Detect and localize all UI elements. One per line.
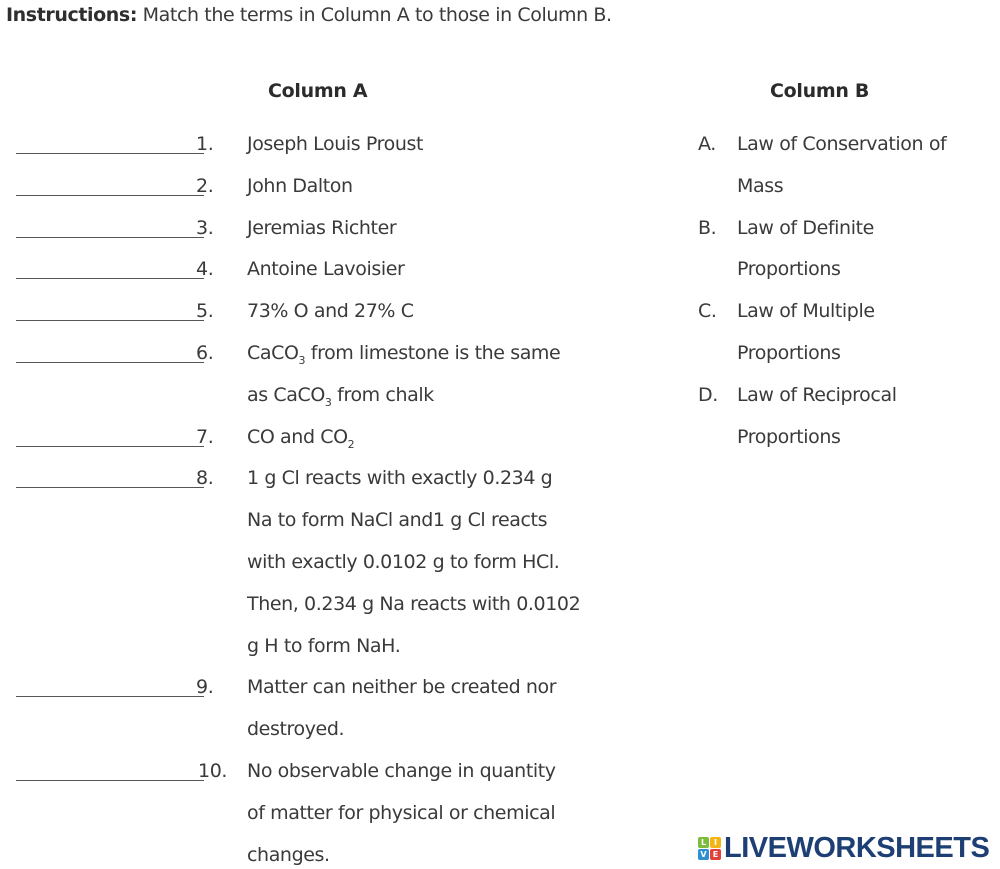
column-a-item-text: changes. bbox=[247, 843, 330, 866]
column-b-letter: C. bbox=[698, 300, 717, 323]
column-a-item-text: 73% O and 27% C bbox=[247, 300, 414, 323]
answer-blank-6[interactable] bbox=[16, 362, 204, 363]
item-number: 7. bbox=[196, 425, 214, 448]
item-number: 8. bbox=[196, 467, 214, 490]
logo-block-l: L bbox=[698, 836, 709, 848]
answer-blank-9[interactable] bbox=[16, 696, 204, 698]
column-b-item-text: Proportions bbox=[737, 425, 841, 448]
item-number: 5. bbox=[196, 300, 214, 323]
answer-blank-1[interactable] bbox=[16, 153, 204, 154]
column-b-item-text: Proportions bbox=[737, 342, 841, 364]
logo-block-e: E bbox=[710, 848, 721, 860]
answer-blank-2[interactable] bbox=[16, 194, 204, 196]
column-b-item-text: Mass bbox=[737, 174, 784, 197]
column-a-item-text: Matter can neither be created nor bbox=[247, 676, 557, 699]
column-a-item-text: CO and CO2 bbox=[247, 425, 355, 451]
column-a-item-text: Jeremias Richter bbox=[247, 216, 397, 239]
logo-block-i: I bbox=[710, 836, 721, 848]
answer-blank-5[interactable] bbox=[16, 320, 204, 322]
column-a-item-text: with exactly 0.0102 g to form HCl. bbox=[247, 551, 560, 573]
answer-blank-7[interactable] bbox=[16, 445, 204, 447]
liveworksheets-logo: LIVE LIVEWORKSHEETS bbox=[698, 832, 990, 864]
column-b-item-text: Law of Reciprocal bbox=[737, 383, 897, 406]
column-a-item-text: Na to form NaCl and1 g Cl reacts bbox=[247, 509, 548, 532]
column-b-item-text: Law of Definite bbox=[737, 216, 874, 239]
column-b-letter: B. bbox=[698, 216, 717, 239]
item-number: 4. bbox=[196, 258, 214, 281]
column-b-letter: A. bbox=[698, 133, 716, 155]
column-a-item-text: 1 g Cl reacts with exactly 0.234 g bbox=[247, 467, 553, 490]
item-number: 9. bbox=[196, 676, 214, 699]
answer-blank-4[interactable] bbox=[16, 278, 204, 280]
column-b-letter: D. bbox=[698, 383, 718, 406]
column-a-item-text: No observable change in quantity bbox=[247, 760, 556, 782]
column-a-item-text: Antoine Lavoisier bbox=[247, 258, 405, 281]
column-a-item-text: Joseph Louis Proust bbox=[247, 133, 424, 155]
column-a-item-text: as CaCO3 from chalk bbox=[247, 383, 434, 409]
answer-blank-3[interactable] bbox=[16, 236, 204, 238]
column-a-item-text: of matter for physical or chemical bbox=[247, 801, 556, 824]
column-b-item-text: Law of Multiple bbox=[737, 300, 875, 323]
column-a-item-text: destroyed. bbox=[247, 718, 345, 741]
instructions: Instructions: Match the terms in Column … bbox=[6, 4, 612, 26]
column-a-heading: Column A bbox=[268, 80, 368, 102]
logo-block-v: V bbox=[698, 848, 709, 860]
item-number: 2. bbox=[196, 174, 214, 197]
answer-blank-8[interactable] bbox=[16, 487, 204, 489]
instructions-label: Instructions: bbox=[6, 4, 138, 26]
item-number: 1. bbox=[196, 133, 214, 155]
logo-text: LIVEWORKSHEETS bbox=[724, 832, 990, 864]
column-a-item-text: John Dalton bbox=[247, 174, 353, 197]
logo-blocks-icon: LIVE bbox=[698, 836, 721, 860]
item-number: 3. bbox=[196, 216, 214, 239]
column-b-heading: Column B bbox=[770, 80, 870, 102]
column-b-item-text: Proportions bbox=[737, 258, 841, 281]
column-a-item-text: CaCO3 from limestone is the same bbox=[247, 342, 561, 367]
column-a-item-text: g H to form NaH. bbox=[247, 634, 401, 657]
column-a-item-text: Then, 0.234 g Na reacts with 0.0102 bbox=[247, 592, 581, 615]
item-number: 6. bbox=[196, 342, 214, 364]
item-number: 10. bbox=[198, 760, 228, 782]
answer-blank-10[interactable] bbox=[16, 780, 204, 781]
column-b-item-text: Law of Conservation of bbox=[737, 133, 947, 155]
instructions-text: Match the terms in Column A to those in … bbox=[137, 4, 612, 26]
